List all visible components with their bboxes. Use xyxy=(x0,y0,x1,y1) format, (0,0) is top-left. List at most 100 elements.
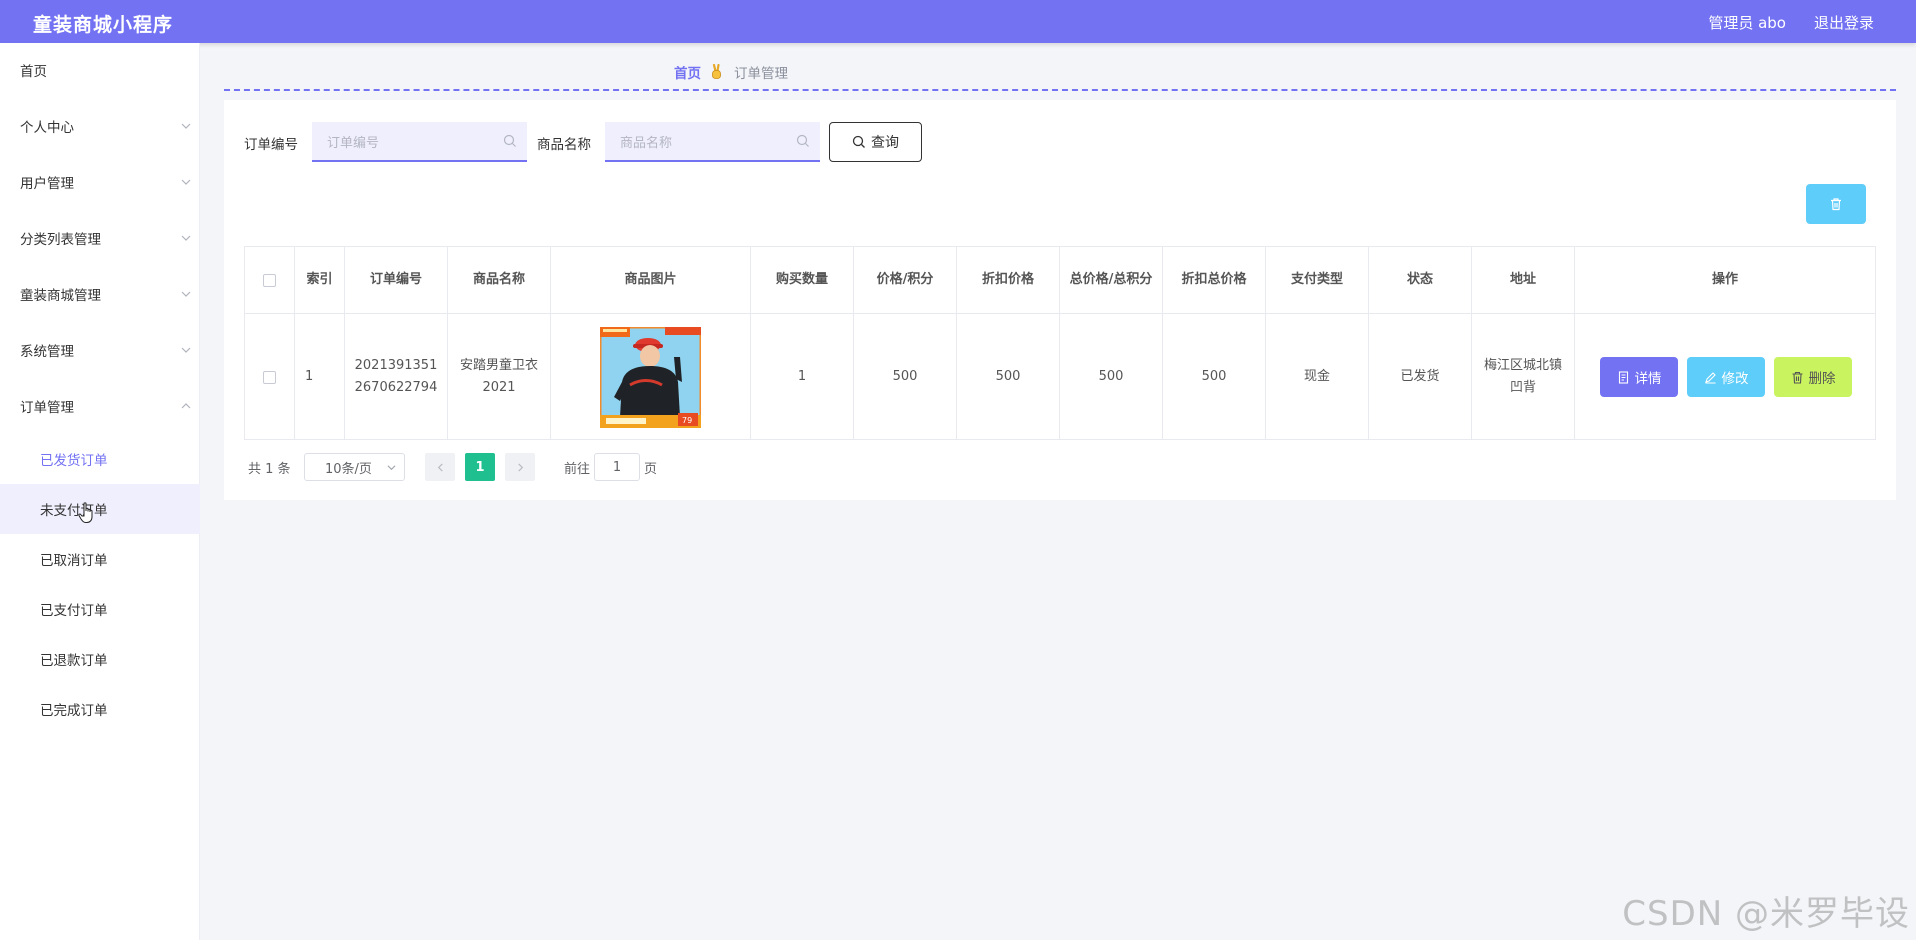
chevron-down-icon xyxy=(178,230,194,246)
product-name-label: 商品名称 xyxy=(537,137,591,153)
column-header: 订单编号 xyxy=(345,247,448,314)
sidebar-subitem-paid-orders[interactable]: 已支付订单 xyxy=(0,584,200,634)
breadcrumb-home[interactable]: 首页 xyxy=(674,62,701,82)
next-page-button[interactable] xyxy=(505,453,535,481)
column-header: 总价格/总积分 xyxy=(1060,247,1163,314)
goto-page-input[interactable]: 1 xyxy=(594,453,640,481)
sidebar-subitem-label: 已取消订单 xyxy=(40,553,108,569)
sidebar-subitem-label: 已完成订单 xyxy=(40,703,108,719)
search-icon xyxy=(503,134,516,147)
prev-page-button[interactable] xyxy=(425,453,455,481)
sidebar-subitem-label: 已退款订单 xyxy=(40,653,108,669)
cell-order-no: 20213913512670622794 xyxy=(345,314,448,440)
product-name-input[interactable]: 商品名称 xyxy=(605,122,820,162)
sidebar-subitem-unpaid-orders[interactable]: 未支付订单 xyxy=(0,484,200,534)
sidebar-item-shop[interactable]: 童装商城管理 xyxy=(0,274,200,314)
select-all-checkbox[interactable] xyxy=(263,273,276,287)
sidebar-subitem-label: 已发货订单 xyxy=(40,453,108,469)
edit-icon xyxy=(1704,371,1716,384)
column-header: 购买数量 xyxy=(751,247,854,314)
product-image[interactable]: 79 xyxy=(600,326,701,428)
chevron-down-icon xyxy=(178,118,194,134)
sidebar-item-users[interactable]: 用户管理 xyxy=(0,162,200,202)
column-header: 折扣总价格 xyxy=(1163,247,1266,314)
detail-button[interactable]: 详情 xyxy=(1600,357,1678,397)
query-button[interactable]: 查询 xyxy=(829,122,922,162)
chevron-right-icon xyxy=(517,462,523,472)
column-header: 地址 xyxy=(1472,247,1575,314)
edit-button-label: 修改 xyxy=(1721,371,1749,387)
app-title: 童装商城小程序 xyxy=(33,14,174,36)
current-user-label: 管理员 abo xyxy=(1708,14,1786,32)
bulk-delete-button[interactable] xyxy=(1806,184,1866,224)
search-icon xyxy=(796,134,809,147)
cell-status: 已发货 xyxy=(1369,314,1472,440)
search-icon xyxy=(852,135,865,148)
sidebar-subitem-shipped-orders[interactable]: 已发货订单 xyxy=(0,434,200,484)
sidebar-item-label: 系统管理 xyxy=(20,344,74,360)
sidebar-item-label: 分类列表管理 xyxy=(20,232,101,248)
row-select-cell xyxy=(245,314,295,440)
order-no-placeholder: 订单编号 xyxy=(327,135,380,151)
sidebar-item-label: 童装商城管理 xyxy=(20,288,101,304)
logout-button[interactable]: 退出登录 xyxy=(1814,12,1874,33)
goto-label: 前往 xyxy=(564,462,591,477)
document-icon xyxy=(1618,370,1628,384)
column-header: 商品名称 xyxy=(448,247,551,314)
cell-discount-total: 500 xyxy=(1163,314,1266,440)
sidebar-subitem-label: 未支付订单 xyxy=(40,503,108,519)
row-checkbox[interactable] xyxy=(263,370,276,384)
top-bar: 童装商城小程序 管理员 abo 退出登录 xyxy=(0,0,1916,43)
column-header: 折扣价格 xyxy=(957,247,1060,314)
cell-address: 梅江区城北镇凹背 xyxy=(1472,314,1575,440)
column-header: 支付类型 xyxy=(1266,247,1369,314)
hand-cursor-icon xyxy=(78,502,93,523)
sidebar-subitem-completed-orders[interactable]: 已完成订单 xyxy=(0,684,200,734)
column-header: 商品图片 xyxy=(551,247,751,314)
watermark: CSDN @米罗毕设 xyxy=(1622,894,1910,934)
column-header: 索引 xyxy=(295,247,345,314)
product-name-placeholder: 商品名称 xyxy=(620,135,673,151)
page-size-select[interactable]: 10条/页 xyxy=(304,453,405,481)
sidebar-subitem-label: 已支付订单 xyxy=(40,603,108,619)
page-number-button[interactable]: 1 xyxy=(465,453,495,481)
chevron-down-icon xyxy=(387,465,396,471)
goto-suffix: 页 xyxy=(644,462,658,477)
chevron-left-icon xyxy=(437,462,443,472)
order-no-input[interactable]: 订单编号 xyxy=(312,122,527,162)
select-all-cell xyxy=(245,247,295,314)
orders-table: 索引 订单编号 商品名称 商品图片 购买数量 价格/积分 折扣价格 总价格/总积… xyxy=(244,246,1876,440)
cell-product-image: 79 xyxy=(551,314,751,440)
cell-index: 1 xyxy=(295,314,345,440)
sidebar-item-label: 用户管理 xyxy=(20,176,74,192)
trash-icon xyxy=(1831,198,1841,211)
cell-pay-type: 现金 xyxy=(1266,314,1369,440)
chevron-down-icon xyxy=(178,286,194,302)
delete-button-label: 删除 xyxy=(1808,371,1836,387)
delete-button[interactable]: 删除 xyxy=(1774,357,1852,397)
edit-button[interactable]: 修改 xyxy=(1687,357,1765,397)
cell-discount-price: 500 xyxy=(957,314,1060,440)
sidebar-subitem-cancelled-orders[interactable]: 已取消订单 xyxy=(0,534,200,584)
query-button-label: 查询 xyxy=(871,135,899,151)
breadcrumb: 首页 订单管理 xyxy=(674,62,788,82)
column-header: 状态 xyxy=(1369,247,1472,314)
column-header: 价格/积分 xyxy=(854,247,957,314)
chevron-up-icon xyxy=(178,398,194,414)
chevron-down-icon xyxy=(178,342,194,358)
sidebar-item-system[interactable]: 系统管理 xyxy=(0,330,200,370)
sidebar-item-orders[interactable]: 订单管理 xyxy=(0,386,200,426)
pagination-total: 共 1 条 xyxy=(248,462,291,477)
sidebar-subitem-refunded-orders[interactable]: 已退款订单 xyxy=(0,634,200,684)
detail-button-label: 详情 xyxy=(1634,371,1662,387)
sidebar-item-profile[interactable]: 个人中心 xyxy=(0,106,200,146)
trash-icon xyxy=(1792,371,1802,384)
cell-quantity: 1 xyxy=(751,314,854,440)
cell-price: 500 xyxy=(854,314,957,440)
sidebar-item-label: 首页 xyxy=(20,64,47,80)
breadcrumb-current: 订单管理 xyxy=(734,66,788,82)
sidebar-item-home[interactable]: 首页 xyxy=(0,50,200,90)
page-size-value: 10条/页 xyxy=(325,461,372,477)
sidebar-item-categories[interactable]: 分类列表管理 xyxy=(0,218,200,258)
column-header: 操作 xyxy=(1575,247,1875,314)
